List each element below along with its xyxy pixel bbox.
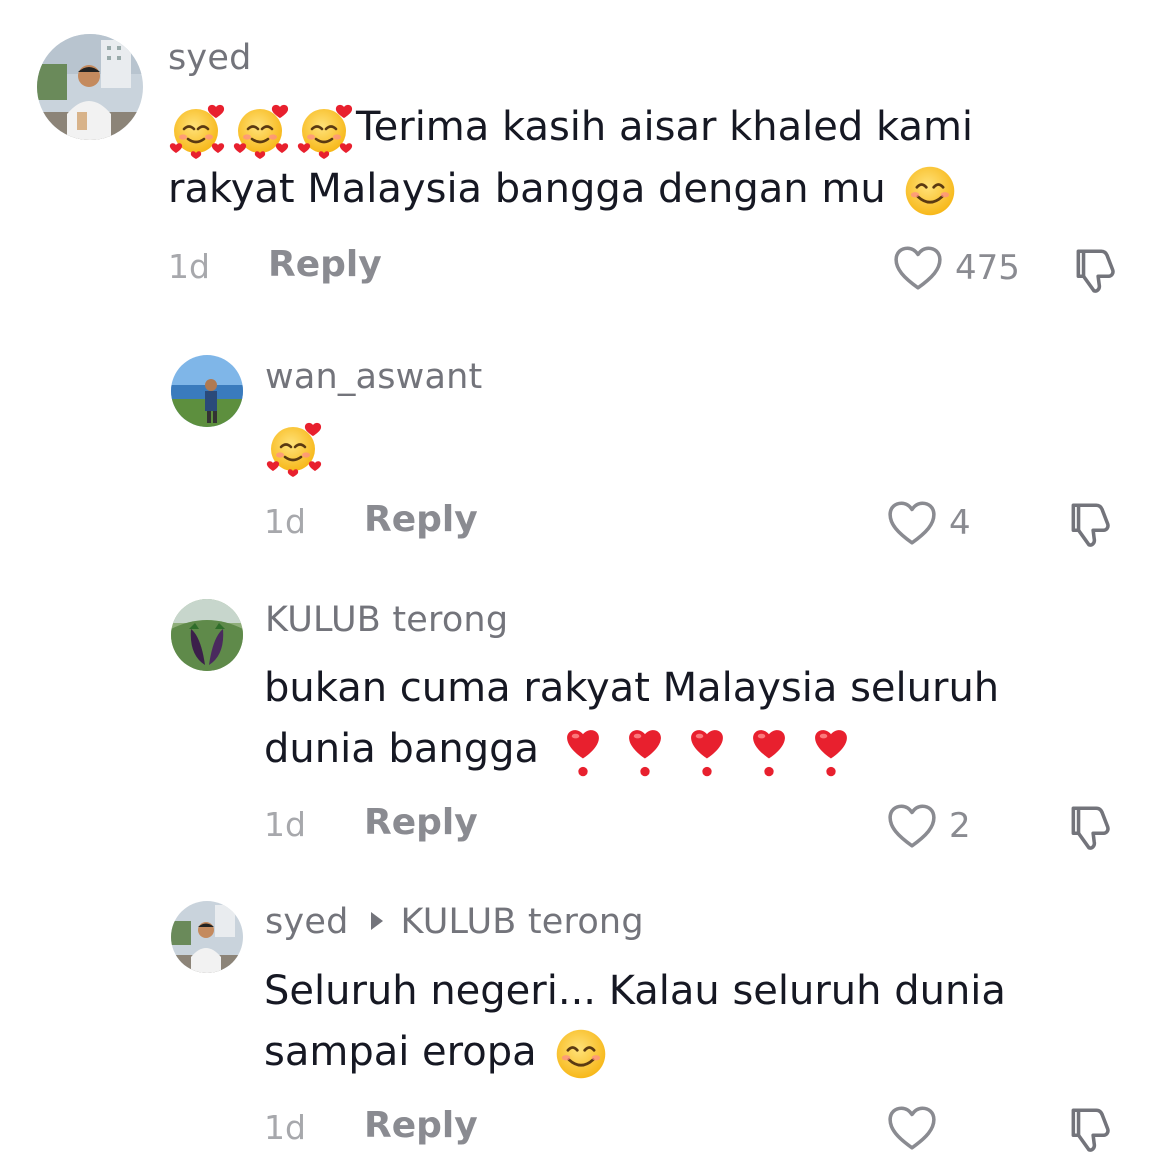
comment-time: 1d — [168, 247, 210, 286]
thumbs-down-icon — [1065, 499, 1115, 549]
dislike-button[interactable] — [1070, 245, 1120, 299]
smiling-face-with-hearts-icon — [232, 99, 292, 159]
smiling-face-with-hearts-icon — [296, 99, 356, 159]
avatar-photo — [171, 901, 243, 973]
like-count: 2 — [949, 806, 971, 846]
like-button[interactable]: 475 — [893, 245, 1020, 291]
comment-text: dunia bangga — [264, 726, 539, 772]
heart-exclamation-icon — [687, 723, 727, 779]
comment-username[interactable]: syed — [168, 38, 252, 78]
comment-username[interactable]: wan_aswant — [265, 357, 482, 397]
comment-text-line: rakyat Malaysia bangga dengan mu — [168, 158, 958, 220]
heart-icon — [887, 803, 937, 849]
like-button[interactable]: 4 — [887, 500, 971, 546]
reply-arrow-icon — [370, 912, 383, 930]
like-count: 475 — [955, 248, 1020, 288]
heart-exclamation-icon — [811, 723, 851, 779]
smiling-face-icon — [553, 1026, 609, 1082]
avatar[interactable] — [171, 599, 243, 671]
thumbs-down-icon — [1065, 1104, 1115, 1154]
comment-text: Seluruh negeri... Kalau seluruh dunia — [264, 968, 1006, 1014]
thumbs-down-icon — [1065, 802, 1115, 852]
comment-text-line: bukan cuma rakyat Malaysia seluruh — [264, 657, 999, 719]
dislike-button[interactable] — [1065, 802, 1115, 856]
comment-text-line: Seluruh negeri... Kalau seluruh dunia — [264, 960, 1006, 1022]
heart-exclamation-icon — [625, 723, 665, 779]
like-count: 4 — [949, 503, 971, 543]
comment-text-line — [265, 414, 325, 477]
avatar-photo — [171, 355, 243, 427]
reply-button[interactable]: Reply — [364, 1105, 478, 1146]
comment-text: sampai eropa — [264, 1029, 537, 1075]
heart-exclamation-icon — [749, 723, 789, 779]
heart-exclamation-icon — [563, 723, 603, 779]
comment-time: 1d — [264, 1108, 306, 1147]
comment-text: Terima kasih aisar khaled kami — [356, 104, 974, 150]
heart-icon — [887, 500, 937, 546]
avatar[interactable] — [171, 355, 243, 427]
comment-username[interactable]: KULUB terong — [265, 600, 508, 640]
reply-button[interactable]: Reply — [364, 499, 478, 540]
reply-to-username[interactable]: KULUB terong — [401, 902, 644, 942]
dislike-button[interactable] — [1065, 499, 1115, 553]
like-button[interactable]: 2 — [887, 803, 971, 849]
comment-username: syed KULUB terong — [265, 902, 644, 942]
avatar[interactable] — [37, 34, 143, 140]
reply-button[interactable]: Reply — [364, 802, 478, 843]
avatar-photo — [37, 34, 143, 140]
reply-button[interactable]: Reply — [268, 244, 382, 285]
comment-time: 1d — [264, 805, 306, 844]
comment-text-line: Terima kasih aisar khaled kami — [168, 96, 973, 159]
comment-text: bukan cuma rakyat Malaysia seluruh — [264, 665, 1000, 711]
dislike-button[interactable] — [1065, 1104, 1115, 1158]
thumbs-down-icon — [1070, 245, 1120, 295]
comment-text-line: dunia bangga — [264, 718, 851, 780]
smiling-face-with-hearts-icon — [265, 417, 325, 477]
avatar-photo — [171, 599, 243, 671]
like-button[interactable] — [887, 1105, 949, 1151]
heart-icon — [887, 1105, 937, 1151]
smiling-face-with-hearts-icon — [168, 99, 228, 159]
comment-time: 1d — [264, 502, 306, 541]
avatar[interactable] — [171, 901, 243, 973]
reply-username[interactable]: syed — [265, 902, 349, 942]
heart-icon — [893, 245, 943, 291]
smiling-face-icon — [902, 163, 958, 219]
comment-text-line: sampai eropa — [264, 1021, 609, 1083]
comment-text: rakyat Malaysia bangga dengan mu — [168, 166, 886, 212]
